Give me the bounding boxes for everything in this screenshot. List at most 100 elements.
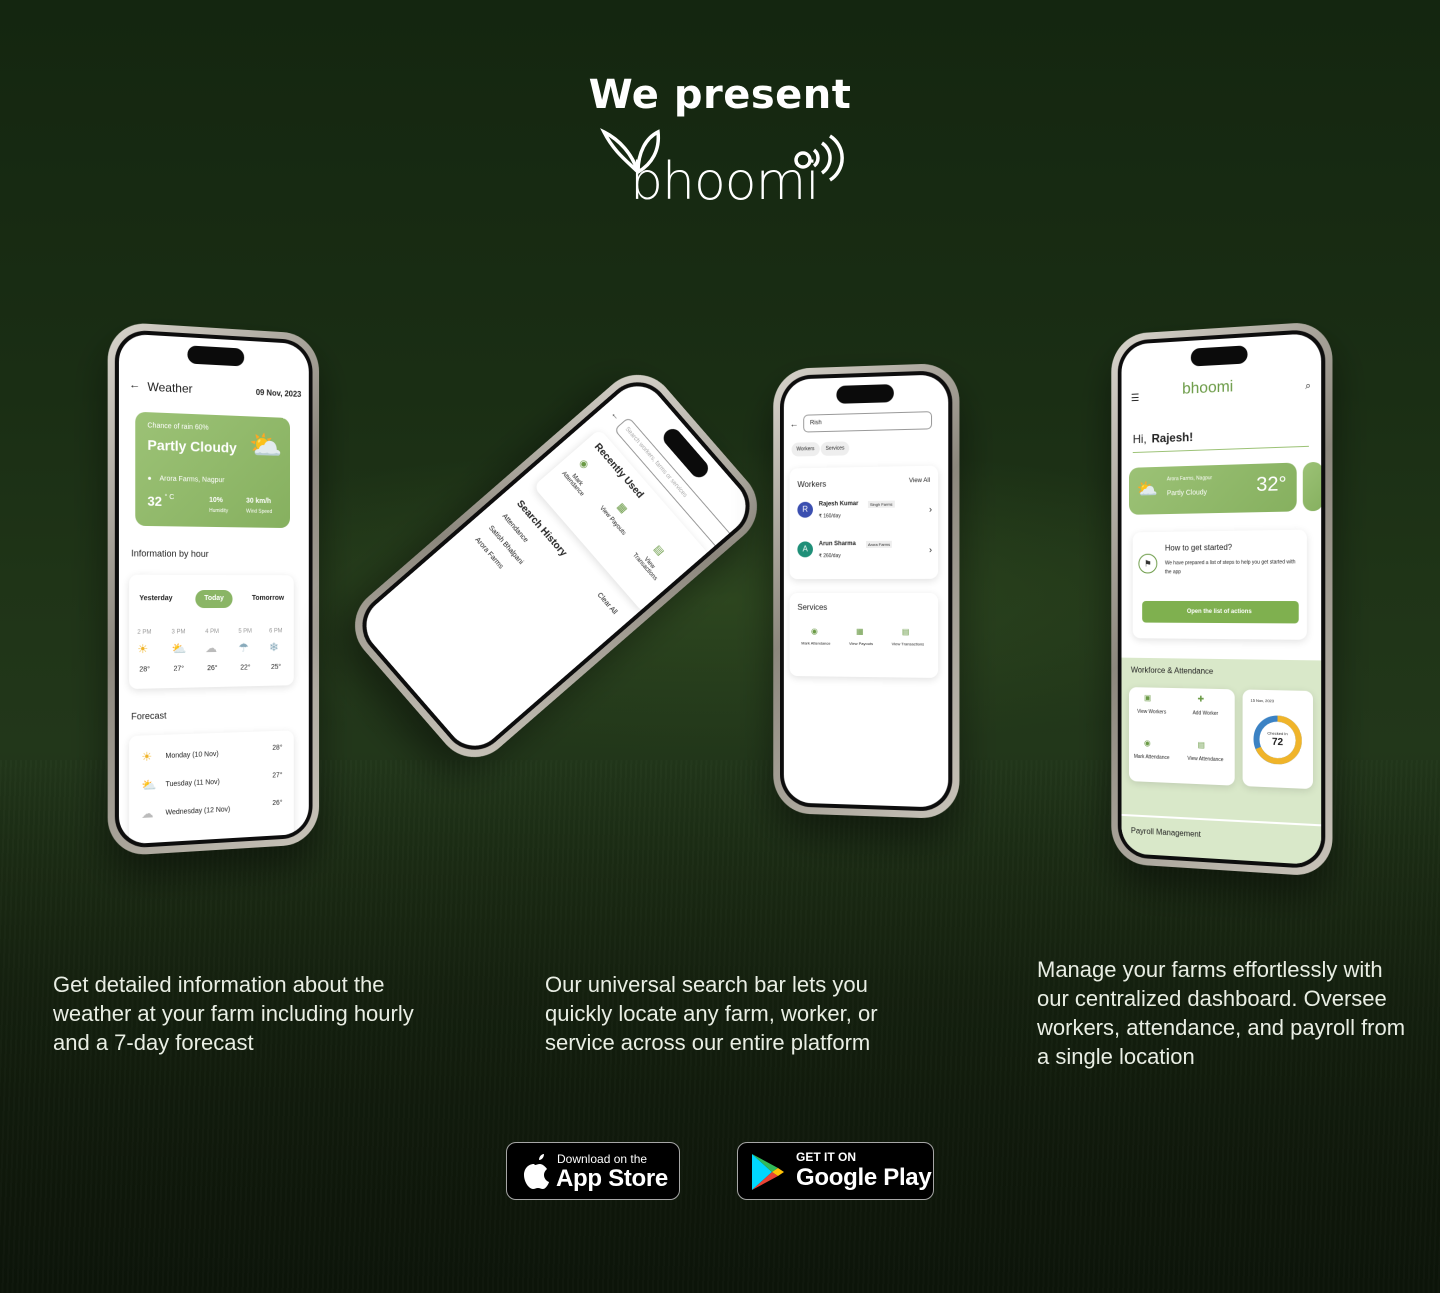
getting-started-body: We have prepared a list of steps to help… bbox=[1165, 558, 1303, 577]
worker-row[interactable]: A Arun Sharma Arora Farms ₹ 260/day › bbox=[790, 466, 938, 469]
worker-rate: ₹ 160/day bbox=[819, 513, 841, 519]
search-description: Our universal search bar lets you quickl… bbox=[545, 970, 915, 1057]
workers-screen: ← Rish Workers Services Workers View All… bbox=[784, 374, 948, 808]
forecast-heading: Forecast bbox=[131, 710, 166, 721]
search-phone: ← Search workers, farms or services Rece… bbox=[339, 359, 772, 772]
bhoomi-logo: bhoomi bbox=[598, 128, 848, 218]
workforce-section: Workforce & Attendance ▣ View Workers ✚ … bbox=[1122, 658, 1322, 825]
cloud-icon: ☁ bbox=[205, 641, 217, 655]
divider bbox=[1133, 446, 1309, 453]
payouts-icon: ▦ bbox=[856, 627, 863, 636]
apple-line1: Download on the bbox=[557, 1152, 647, 1166]
location-pin-icon: ● bbox=[147, 475, 151, 482]
weather-summary-card[interactable]: ⛅ Arora Farms, Nagpur Partly Cloudy 32° bbox=[1129, 463, 1297, 515]
back-arrow-icon[interactable]: ← bbox=[129, 379, 140, 392]
search-icon[interactable]: ⌕ bbox=[1305, 380, 1311, 392]
menu-icon[interactable]: ☰ bbox=[1131, 393, 1139, 404]
clear-all-link[interactable]: Clear All bbox=[596, 592, 618, 616]
humidity-value: 10% bbox=[209, 497, 223, 504]
action-add-worker[interactable]: Add Worker bbox=[1188, 710, 1223, 717]
hour-time: 4 PM bbox=[205, 629, 219, 635]
partly-cloudy-icon: ⛅ bbox=[141, 778, 156, 793]
workforce-actions-card: ▣ View Workers ✚ Add Worker ◉ Mark Atten… bbox=[1129, 687, 1235, 786]
checked-in-value: 72 bbox=[1255, 736, 1301, 749]
action-mark-attendance[interactable]: Mark Attendance bbox=[1133, 754, 1171, 761]
dashboard-logo: bhoomi bbox=[1182, 378, 1233, 398]
services-heading: Services bbox=[797, 603, 827, 612]
workforce-heading: Workforce & Attendance bbox=[1131, 666, 1213, 676]
service-item[interactable]: View Transactions bbox=[888, 641, 928, 646]
hour-temp: 28° bbox=[139, 666, 150, 673]
workers-card: Workers View All R Rajesh Kumar Singh Fa… bbox=[790, 466, 938, 580]
forecast-day: Wednesday (12 Nov) bbox=[166, 806, 231, 816]
back-arrow-icon[interactable]: ← bbox=[790, 419, 799, 429]
workers-heading: Workers bbox=[797, 480, 826, 489]
location-label: Arora Farms, Nagpur bbox=[160, 476, 225, 485]
hour-col: 3 PM ⛅ 27° bbox=[129, 575, 294, 576]
hour-time: 2 PM bbox=[137, 630, 151, 636]
hour-col: 6 PM ❄ 25° bbox=[129, 575, 294, 576]
farm-badge: Arora Farms bbox=[866, 541, 892, 548]
forecast-row: ⛅ Tuesday (11 Nov) 27° bbox=[129, 730, 294, 736]
rain-icon: ☂ bbox=[238, 641, 248, 655]
hour-time: 6 PM bbox=[269, 628, 282, 634]
wind-label: Wind Speed bbox=[246, 509, 272, 515]
date-label: 09 Nov, 2023 bbox=[256, 388, 301, 399]
avatar: A bbox=[797, 541, 813, 557]
tab-yesterday[interactable]: Yesterday bbox=[139, 595, 172, 602]
google-play-badge[interactable]: GET IT ON Google Play bbox=[737, 1142, 934, 1200]
phone-notch bbox=[187, 345, 244, 366]
action-view-attendance[interactable]: View Attendance bbox=[1186, 756, 1225, 763]
worker-row[interactable]: R Rajesh Kumar Singh Farms ₹ 160/day › bbox=[790, 466, 938, 469]
forecast-day: Monday (10 Nov) bbox=[166, 751, 219, 760]
tab-tomorrow[interactable]: Tomorrow bbox=[252, 595, 284, 602]
payroll-section: Payroll Management bbox=[1122, 816, 1322, 865]
hour-col: 4 PM ☁ 26° bbox=[129, 575, 294, 576]
tab-today[interactable]: Today bbox=[195, 590, 232, 608]
worker-name: Arun Sharma bbox=[819, 541, 856, 547]
view-all-link[interactable]: View All bbox=[909, 478, 930, 484]
google-line1: GET IT ON bbox=[796, 1150, 856, 1164]
payroll-heading: Payroll Management bbox=[1131, 826, 1201, 839]
hourly-heading: Information by hour bbox=[131, 548, 209, 559]
service-item[interactable]: Mark Attendance bbox=[799, 640, 832, 645]
attendance-icon: ◉ bbox=[811, 627, 818, 636]
action-view-workers[interactable]: View Workers bbox=[1135, 709, 1169, 716]
apple-icon bbox=[519, 1154, 549, 1190]
wind-value: 30 km/h bbox=[246, 498, 271, 505]
search-input[interactable]: Rish bbox=[803, 411, 932, 432]
hour-temp: 25° bbox=[271, 664, 281, 671]
forecast-day: Tuesday (11 Nov) bbox=[166, 779, 220, 789]
sun-icon: ☀ bbox=[141, 749, 152, 764]
greeting-prefix: Hi, bbox=[1133, 432, 1147, 446]
forecast-temp: 26° bbox=[272, 800, 282, 807]
dashboard-description: Manage your farms effortlessly with our … bbox=[1037, 955, 1417, 1071]
hour-temp: 27° bbox=[174, 666, 185, 673]
transactions-icon: ▤ bbox=[651, 543, 666, 557]
snow-icon: ❄ bbox=[269, 640, 279, 654]
back-arrow-icon[interactable]: ← bbox=[609, 409, 622, 422]
dashboard-phone: ☰ bhoomi ⌕ Hi, Rajesh! ⛅ Arora Farms, Na… bbox=[1111, 321, 1332, 878]
forecast-row: ☁ Wednesday (12 Nov) 26° bbox=[129, 730, 294, 736]
transactions-icon: ▤ bbox=[902, 627, 910, 636]
recent-item[interactable]: Mark Attendance bbox=[557, 463, 592, 501]
temp-unit: ° C bbox=[165, 494, 175, 501]
attendance-icon: ◉ bbox=[577, 457, 591, 471]
avatar: R bbox=[797, 502, 813, 518]
workers-icon: ▣ bbox=[1144, 693, 1151, 702]
hour-temp: 22° bbox=[240, 664, 250, 671]
filter-chip-services[interactable]: Services bbox=[821, 441, 850, 456]
rain-chance: Chance of rain 60% bbox=[147, 422, 208, 431]
open-actions-button[interactable]: Open the list of actions bbox=[1142, 601, 1299, 623]
chevron-right-icon: › bbox=[929, 545, 932, 555]
temperature: 32 bbox=[147, 493, 162, 509]
filter-chip-workers[interactable]: Workers bbox=[792, 442, 820, 456]
hour-time: 5 PM bbox=[238, 629, 252, 635]
service-item[interactable]: View Payouts bbox=[844, 641, 878, 646]
forecast-card: ☀ Monday (10 Nov) 28° ⛅ Tuesday (11 Nov)… bbox=[129, 730, 294, 844]
google-play-icon bbox=[750, 1152, 786, 1192]
phone-notch bbox=[1191, 345, 1248, 366]
app-store-badge[interactable]: Download on the App Store bbox=[506, 1142, 680, 1200]
attendance-date: 15 Nov, 2023 bbox=[1251, 698, 1274, 704]
dashboard-screen: ☰ bhoomi ⌕ Hi, Rajesh! ⛅ Arora Farms, Na… bbox=[1122, 333, 1322, 866]
